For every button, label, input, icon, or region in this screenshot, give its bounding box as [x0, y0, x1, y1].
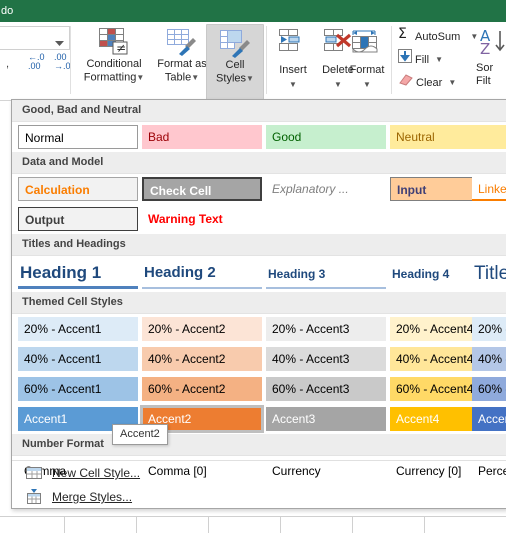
cell-styles-button[interactable]: Cell Styles▼ — [206, 24, 264, 100]
clear-button[interactable]: Clear ▼ — [398, 72, 456, 94]
style-40-accent2[interactable]: 40% - Accent2 — [142, 347, 262, 371]
style-calculation[interactable]: Calculation — [18, 177, 138, 201]
group-header-data-and-model: Data and Model — [12, 152, 506, 174]
sheet-cell[interactable] — [136, 516, 209, 533]
sort-az-icon: A Z — [480, 27, 506, 60]
cell-styles-icon — [219, 28, 251, 61]
title-bar: do — [0, 0, 506, 22]
group-header-good-bad-neutral: Good, Bad and Neutral — [12, 100, 506, 122]
style-good[interactable]: Good — [266, 125, 386, 149]
style-row: Calculation Check Cell Explanatory ... I… — [12, 174, 506, 204]
style-row: 60% - Accent1 60% - Accent2 60% - Accent… — [12, 374, 506, 404]
chevron-down-icon — [55, 34, 64, 52]
autosum-label: AutoSum — [415, 31, 461, 43]
sheet-cell[interactable] — [352, 516, 425, 533]
merge-styles-label: Merge Styles... — [52, 490, 133, 504]
style-output[interactable]: Output — [18, 207, 138, 231]
chevron-down-icon[interactable]: ▼ — [343, 80, 391, 89]
clear-label: Clear — [416, 77, 443, 89]
style-bad[interactable]: Bad — [142, 125, 262, 149]
cell-styles-gallery: Good, Bad and Neutral Normal Bad Good Ne… — [11, 99, 506, 509]
decrease-decimal-icon[interactable]: .00 →.0 — [54, 53, 71, 71]
style-explanatory-text[interactable]: Explanatory ... — [266, 177, 386, 201]
fill-label: Fill — [415, 54, 430, 66]
format-cells-button[interactable]: Format ▼ — [343, 24, 391, 98]
style-warning-text[interactable]: Warning Text — [142, 207, 262, 231]
style-row: 40% - Accent1 40% - Accent2 40% - Accent… — [12, 344, 506, 374]
autosum-button[interactable]: Σ AutoSum ▼ — [398, 26, 478, 48]
tooltip-accent2: Accent2 — [112, 424, 168, 445]
style-60-accent5[interactable]: 60% - Acce — [472, 377, 506, 401]
svg-text:≠: ≠ — [116, 41, 126, 55]
fill-button[interactable]: Fill ▼ — [398, 49, 443, 71]
format-cells-icon — [350, 28, 384, 59]
ribbon-home-tab: , ←.0 .00 .00 →.0 ≠ Conditional Formatti — [0, 22, 506, 101]
style-20-accent1[interactable]: 20% - Accent1 — [18, 317, 138, 341]
sheet-cell[interactable] — [424, 516, 506, 533]
style-60-accent1[interactable]: 60% - Accent1 — [18, 377, 138, 401]
chevron-down-icon[interactable]: ▼ — [272, 80, 314, 89]
chevron-down-icon[interactable]: ▼ — [448, 78, 456, 87]
style-60-accent3[interactable]: 60% - Accent3 — [266, 377, 386, 401]
style-40-accent3[interactable]: 40% - Accent3 — [266, 347, 386, 371]
style-20-accent5[interactable]: 20% - Acce — [472, 317, 506, 341]
merge-styles-icon — [26, 489, 42, 508]
group-header-themed-cell-styles: Themed Cell Styles — [12, 292, 506, 314]
format-cells-label: Format — [349, 64, 385, 76]
sheet-cell[interactable] — [280, 516, 353, 533]
comma-style-button[interactable]: , — [6, 58, 9, 70]
insert-cells-label: Insert — [279, 64, 307, 76]
sheet-cell[interactable] — [208, 516, 281, 533]
quick-access-redo-label: do — [1, 5, 14, 17]
style-heading-2[interactable]: Heading 2 — [142, 259, 262, 289]
insert-cells-button[interactable]: Insert ▼ — [272, 24, 314, 98]
merge-styles-action[interactable]: Merge Styles... — [12, 485, 506, 508]
eraser-icon — [398, 72, 413, 94]
gallery-actions: New Cell Style... Merge Styles... — [12, 460, 506, 508]
style-title[interactable]: Title — [472, 259, 506, 289]
sort-and-filter-button[interactable]: A Z Sor Filt — [474, 24, 506, 98]
style-neutral[interactable]: Neutral — [390, 125, 506, 149]
style-row: Output Warning Text — [12, 204, 506, 234]
conditional-formatting-label: Conditional Formatting▼ — [83, 58, 145, 84]
number-format-dropdown[interactable] — [0, 26, 70, 50]
style-20-accent2[interactable]: 20% - Accent2 — [142, 317, 262, 341]
conditional-formatting-icon: ≠ — [98, 27, 130, 60]
group-header-titles-and-headings: Titles and Headings — [12, 234, 506, 256]
chevron-down-icon[interactable]: ▼ — [435, 55, 443, 64]
style-row: Heading 1 Heading 2 Heading 3 Heading 4 … — [12, 256, 506, 292]
group-header-number-format: Number Format — [12, 434, 506, 456]
style-accent3[interactable]: Accent3 — [266, 407, 386, 431]
style-20-accent3[interactable]: 20% - Accent3 — [266, 317, 386, 341]
svg-text:Σ: Σ — [398, 26, 407, 40]
style-row: Accent1 Accent2 Accent3 Accent4 Accent5 — [12, 404, 506, 434]
new-cell-style-label: New Cell Style... — [52, 466, 141, 480]
style-check-cell[interactable]: Check Cell — [142, 177, 262, 201]
fill-down-icon — [398, 49, 412, 71]
style-accent5[interactable]: Accent5 — [472, 407, 506, 431]
style-60-accent2[interactable]: 60% - Accent2 — [142, 377, 262, 401]
style-40-accent1[interactable]: 40% - Accent1 — [18, 347, 138, 371]
insert-cells-icon — [277, 28, 309, 59]
new-cell-style-action[interactable]: New Cell Style... — [12, 461, 506, 485]
style-normal[interactable]: Normal — [18, 125, 138, 149]
style-40-accent5[interactable]: 40% - Acce — [472, 347, 506, 371]
svg-text:Z: Z — [480, 40, 490, 57]
style-row: Normal Bad Good Neutral — [12, 122, 506, 152]
conditional-formatting-button[interactable]: ≠ Conditional Formatting▼ — [80, 24, 148, 98]
style-linked-cell[interactable]: Linked Cell — [472, 177, 506, 201]
cell-styles-label: Cell Styles▼ — [216, 59, 254, 85]
style-row: 20% - Accent1 20% - Accent2 20% - Accent… — [12, 314, 506, 344]
increase-decimal-icon[interactable]: ←.0 .00 — [28, 53, 45, 71]
sigma-icon: Σ — [398, 26, 412, 48]
style-heading-1[interactable]: Heading 1 — [18, 259, 138, 289]
sheet-cell[interactable] — [64, 516, 137, 533]
style-heading-3[interactable]: Heading 3 — [266, 259, 386, 289]
sheet-cell[interactable] — [0, 516, 65, 533]
format-as-table-icon — [166, 27, 198, 60]
sort-and-filter-label: Sor Filt — [476, 62, 494, 87]
